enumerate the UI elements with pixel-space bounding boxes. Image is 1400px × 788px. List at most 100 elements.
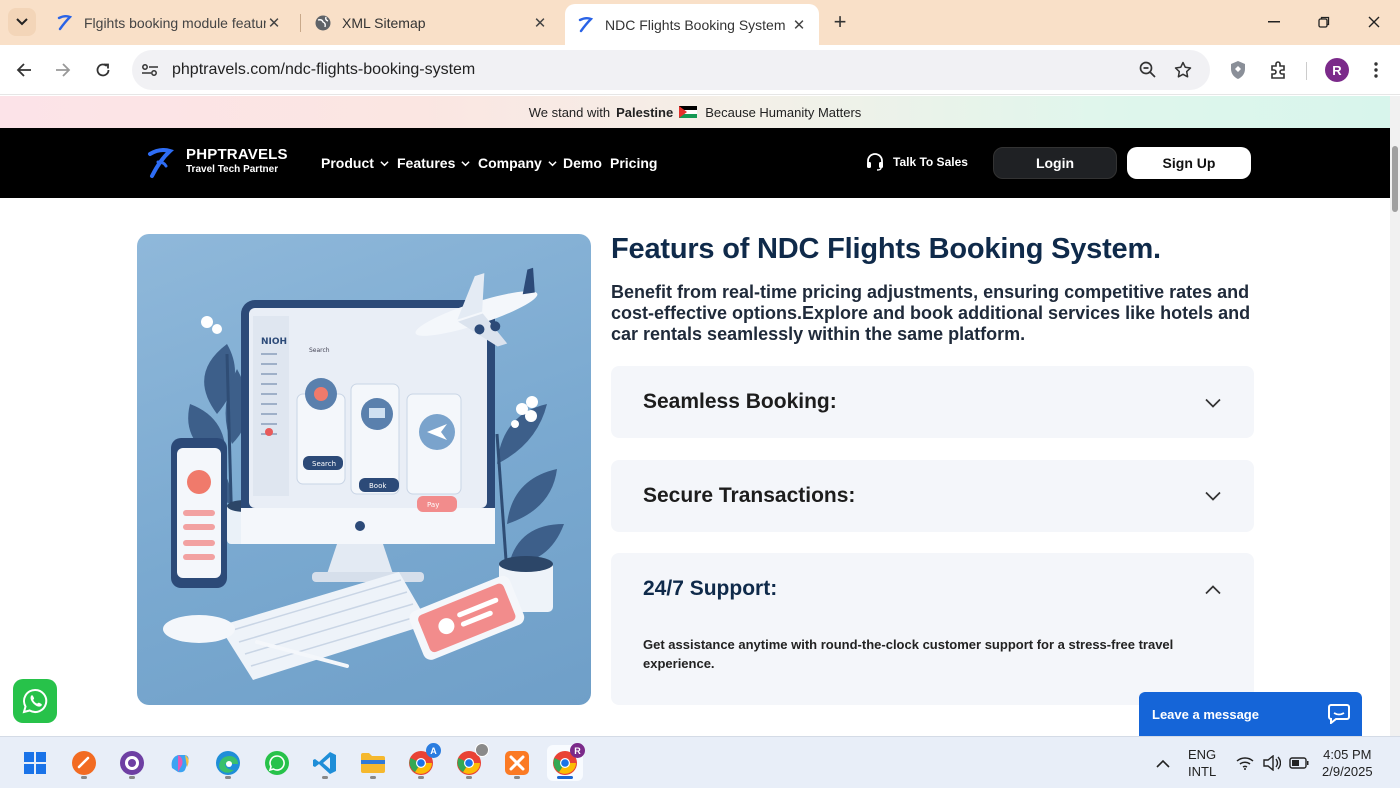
language-code: ENG <box>1188 747 1217 762</box>
talk-to-sales-label: Talk To Sales <box>893 155 968 169</box>
volume-status[interactable] <box>1261 745 1283 781</box>
tab-separator <box>300 14 301 32</box>
bookmark-star-icon[interactable] <box>1172 59 1194 81</box>
speaker-icon <box>1263 755 1281 771</box>
talk-to-sales-link[interactable]: Talk To Sales <box>865 152 968 172</box>
wifi-icon <box>1236 757 1254 770</box>
battery-icon <box>1289 757 1309 769</box>
palestine-flag-icon <box>679 106 698 118</box>
nav-product[interactable]: Product <box>321 155 389 171</box>
screen-search-label: Search <box>309 347 330 354</box>
windows-taskbar: A R ENG INTL 4:05 PM 2/9/2025 <box>0 736 1400 788</box>
flight-booking-illustration: NIOH Search Search Book Pay <box>137 234 591 705</box>
tab-flights-booking-module[interactable]: Flgihts booking module feature ✕ <box>44 6 294 40</box>
whatsapp-chat-button[interactable] <box>13 679 57 723</box>
restore-button[interactable] <box>1310 8 1338 36</box>
url-text: phptravels.com/ndc-flights-booking-syste… <box>172 61 476 78</box>
nav-demo[interactable]: Demo <box>563 155 602 171</box>
tab-title: Flgihts booking module feature <box>84 15 266 31</box>
login-button[interactable]: Login <box>993 147 1117 179</box>
site-navbar: PHPTRAVELS Travel Tech Partner Product F… <box>0 128 1390 198</box>
accordion-title: 24/7 Support: <box>643 577 778 600</box>
scrollbar-thumb[interactable] <box>1392 146 1398 212</box>
battery-status[interactable] <box>1288 745 1310 781</box>
taskbar-xampp[interactable] <box>499 745 535 781</box>
taskbar-copilot[interactable] <box>162 745 198 781</box>
close-icon[interactable]: ✕ <box>532 15 548 32</box>
taskbar-chrome-profile-r[interactable]: R <box>547 743 585 781</box>
new-tab-button[interactable]: + <box>828 9 852 34</box>
nav-company[interactable]: Company <box>478 155 557 171</box>
screen-search-button-label: Search <box>312 460 336 468</box>
taskbar-file-explorer[interactable] <box>355 745 391 781</box>
address-bar[interactable]: phptravels.com/ndc-flights-booking-syste… <box>132 50 1210 90</box>
profile-badge: A <box>426 743 441 758</box>
tab-search-button[interactable] <box>8 8 36 36</box>
leave-message-widget[interactable]: Leave a message <box>1139 692 1362 736</box>
accordion-title: Secure Transactions: <box>643 484 856 507</box>
forward-button[interactable] <box>49 56 77 84</box>
nav-pricing[interactable]: Pricing <box>610 155 657 171</box>
back-button[interactable] <box>10 56 38 84</box>
tab-title: NDC Flights Booking System <box>605 16 786 33</box>
profile-avatar[interactable]: R <box>1325 58 1349 82</box>
leave-message-label: Leave a message <box>1152 707 1259 722</box>
browser-tabstrip: Flgihts booking module feature ✕ XML Sit… <box>0 0 1400 45</box>
show-hidden-icons-button[interactable] <box>1145 745 1181 781</box>
accordion-support[interactable]: 24/7 Support: Get assistance anytime wit… <box>611 553 1254 705</box>
close-icon <box>1368 16 1380 28</box>
brand-logo[interactable]: PHPTRAVELS Travel Tech Partner <box>186 146 288 175</box>
zoom-icon[interactable] <box>1137 59 1159 81</box>
page-scrollbar[interactable] <box>1390 96 1400 736</box>
kebab-menu-icon[interactable] <box>1364 58 1388 82</box>
accordion-seamless-booking[interactable]: Seamless Booking: <box>611 366 1254 438</box>
arrow-left-icon <box>16 63 31 77</box>
keyboard-layout: INTL <box>1188 764 1217 779</box>
extensions-puzzle-icon[interactable] <box>1267 58 1291 82</box>
nav-features[interactable]: Features <box>397 155 470 171</box>
site-info-icon[interactable] <box>140 60 160 80</box>
screen-pay-button-label: Pay <box>427 501 439 509</box>
taskbar-chrome-profile-2[interactable] <box>451 743 489 781</box>
tab-xml-sitemap[interactable]: XML Sitemap ✕ <box>302 6 560 40</box>
chevron-down-icon <box>16 18 28 26</box>
profile-avatar-badge <box>475 743 489 757</box>
close-icon[interactable]: ✕ <box>791 17 807 34</box>
edge-icon <box>216 751 240 775</box>
start-button[interactable] <box>17 745 53 781</box>
accordion-body: Get assistance anytime with round-the-cl… <box>643 637 1174 671</box>
taskbar-clock[interactable]: 4:05 PM 2/9/2025 <box>1322 746 1373 780</box>
reload-button[interactable] <box>89 56 117 84</box>
taskbar-chrome-profile-a[interactable]: A <box>403 743 441 781</box>
tab-ndc-flights[interactable]: NDC Flights Booking System ✕ <box>565 4 819 45</box>
chevron-down-icon <box>1205 491 1221 501</box>
taskbar-github-desktop[interactable] <box>114 745 150 781</box>
globe-icon <box>315 15 331 31</box>
phptravels-logo-icon[interactable] <box>146 148 174 180</box>
running-indicator <box>81 776 87 779</box>
copilot-icon <box>171 755 189 773</box>
taskbar-edge[interactable] <box>210 745 246 781</box>
github-desktop-icon <box>120 751 144 775</box>
accordion-secure-transactions[interactable]: Secure Transactions: <box>611 460 1254 532</box>
browser-toolbar: phptravels.com/ndc-flights-booking-syste… <box>0 45 1400 95</box>
running-indicator <box>370 776 376 779</box>
signup-button[interactable]: Sign Up <box>1127 147 1251 179</box>
shield-extension-icon[interactable] <box>1226 58 1250 82</box>
close-icon[interactable]: ✕ <box>266 15 282 32</box>
xampp-icon <box>505 751 529 775</box>
accordion-title: Seamless Booking: <box>643 390 837 413</box>
close-window-button[interactable] <box>1360 8 1388 36</box>
taskbar-vlc[interactable] <box>66 745 102 781</box>
page-viewport: We stand with Palestine Because Humanity… <box>0 96 1390 736</box>
wifi-status[interactable] <box>1234 745 1256 781</box>
running-indicator <box>129 776 135 779</box>
hero-description: Benefit from real-time pricing adjustmen… <box>611 282 1251 344</box>
taskbar-vscode[interactable] <box>307 745 343 781</box>
running-indicator <box>418 776 424 779</box>
chevron-down-icon <box>1205 398 1221 408</box>
taskbar-whatsapp[interactable] <box>259 745 295 781</box>
clock-time: 4:05 PM <box>1323 747 1372 762</box>
minimize-button[interactable] <box>1260 8 1288 36</box>
input-language-indicator[interactable]: ENG INTL <box>1188 746 1216 780</box>
